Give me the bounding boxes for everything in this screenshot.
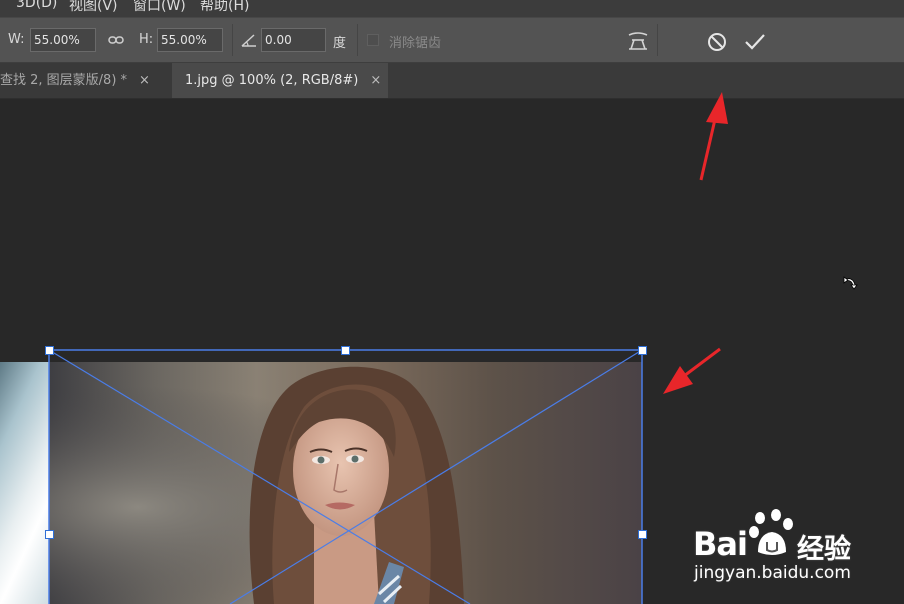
watermark-brand-right: 经验 xyxy=(797,534,851,565)
arrow-up-annotation-icon xyxy=(699,92,728,181)
paw-logo-icon xyxy=(749,509,793,555)
watermark-url: jingyan.baidu.com xyxy=(694,563,851,583)
watermark-brand-left: Bai xyxy=(693,525,748,563)
arrow-left-annotation-icon xyxy=(663,347,721,394)
